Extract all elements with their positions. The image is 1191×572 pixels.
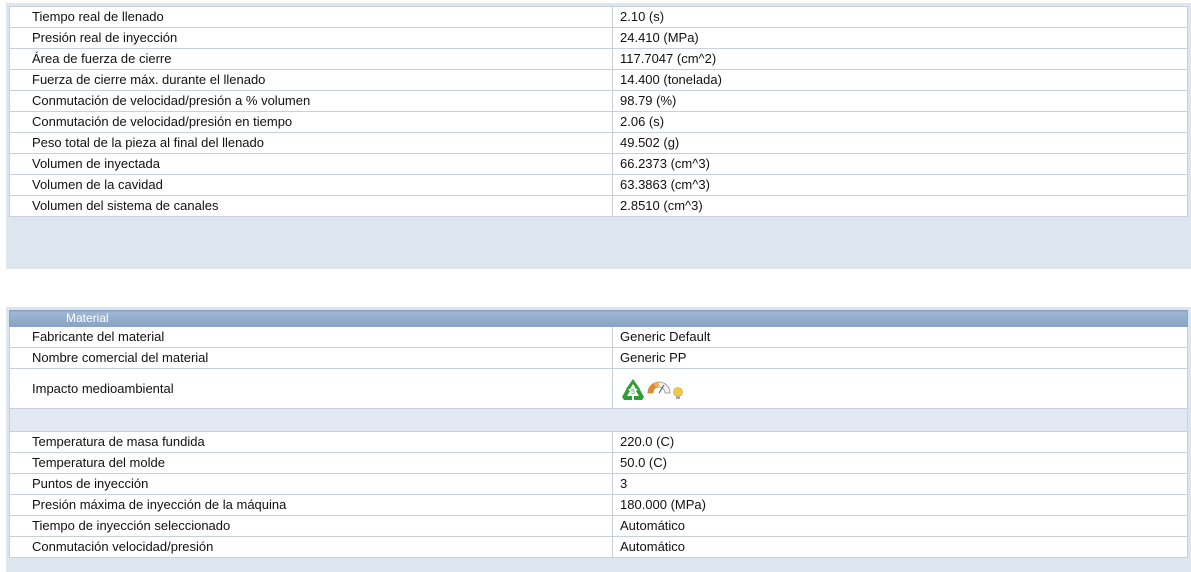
table-row: Fabricante del material Generic Default xyxy=(9,326,1188,348)
table-row: Tiempo de inyección seleccionado Automát… xyxy=(9,515,1188,537)
row-label: Área de fuerza de cierre xyxy=(9,48,613,70)
row-label: Presión máxima de inyección de la máquin… xyxy=(9,494,613,516)
table-row: Conmutación de velocidad/presión a % vol… xyxy=(9,90,1188,112)
table-row: Conmutación de velocidad/presión en tiem… xyxy=(9,111,1188,133)
table-row: Puntos de inyección 3 xyxy=(9,473,1188,495)
recycle-code: 5 xyxy=(631,389,635,396)
table-row: Volumen de inyectada 66.2373 (cm^3) xyxy=(9,153,1188,175)
row-label: Presión real de inyección xyxy=(9,27,613,49)
table-row: Presión real de inyección 24.410 (MPa) xyxy=(9,27,1188,49)
environmental-impact-icons: 5 xyxy=(612,368,1188,409)
section-title: Material xyxy=(9,310,1188,327)
row-value: Automático xyxy=(612,536,1188,558)
row-value: 49.502 (g) xyxy=(612,132,1188,154)
row-label: Conmutación de velocidad/presión en tiem… xyxy=(9,111,613,133)
row-label: Fabricante del material xyxy=(9,326,613,348)
row-value: 24.410 (MPa) xyxy=(612,27,1188,49)
recycle-icon: 5 xyxy=(620,377,646,401)
row-label: Peso total de la pieza al final del llen… xyxy=(9,132,613,154)
table-row: Volumen de la cavidad 63.3863 (cm^3) xyxy=(9,174,1188,196)
row-label: Conmutación de velocidad/presión a % vol… xyxy=(9,90,613,112)
table-row: Presión máxima de inyección de la máquin… xyxy=(9,494,1188,516)
table-row: Temperatura de masa fundida 220.0 (C) xyxy=(9,431,1188,453)
row-value: 180.000 (MPa) xyxy=(612,494,1188,516)
table-row: Volumen del sistema de canales 2.8510 (c… xyxy=(9,195,1188,217)
row-value: 63.3863 (cm^3) xyxy=(612,174,1188,196)
row-value: 220.0 (C) xyxy=(612,431,1188,453)
row-value: Automático xyxy=(612,515,1188,537)
row-value: 3 xyxy=(612,473,1188,495)
row-label: Nombre comercial del material xyxy=(9,347,613,369)
material-section-header: Material xyxy=(9,310,1188,327)
row-value: 98.79 (%) xyxy=(612,90,1188,112)
row-value: 66.2373 (cm^3) xyxy=(612,153,1188,175)
row-label: Tiempo de inyección seleccionado xyxy=(9,515,613,537)
table-row: Tiempo real de llenado 2.10 (s) xyxy=(9,6,1188,28)
table-row: Área de fuerza de cierre 117.7047 (cm^2) xyxy=(9,48,1188,70)
row-value: 117.7047 (cm^2) xyxy=(612,48,1188,70)
table-row: Fuerza de cierre máx. durante el llenado… xyxy=(9,69,1188,91)
results-table: Tiempo real de llenado 2.10 (s) Presión … xyxy=(9,6,1188,217)
row-label: Impacto medioambiental xyxy=(9,368,613,409)
row-label: Volumen del sistema de canales xyxy=(9,195,613,217)
row-value: 2.10 (s) xyxy=(612,6,1188,28)
table-row: Impacto medioambiental 5 xyxy=(9,368,1188,409)
row-label: Puntos de inyección xyxy=(9,473,613,495)
row-value: Generic Default xyxy=(612,326,1188,348)
row-label: Temperatura del molde xyxy=(9,452,613,474)
energy-gauge-icon xyxy=(646,377,672,401)
light-bulb-icon xyxy=(672,377,684,401)
row-label: Conmutación velocidad/presión xyxy=(9,536,613,558)
table-row: Conmutación velocidad/presión Automático xyxy=(9,536,1188,558)
row-label: Tiempo real de llenado xyxy=(9,6,613,28)
section-spacer xyxy=(9,408,1188,432)
material-table: Material Fabricante del material Generic… xyxy=(9,310,1188,558)
table-row: Peso total de la pieza al final del llen… xyxy=(9,132,1188,154)
table-row: Temperatura del molde 50.0 (C) xyxy=(9,452,1188,474)
row-label: Volumen de inyectada xyxy=(9,153,613,175)
row-label: Temperatura de masa fundida xyxy=(9,431,613,453)
row-label: Fuerza de cierre máx. durante el llenado xyxy=(9,69,613,91)
row-label: Volumen de la cavidad xyxy=(9,174,613,196)
row-value: 2.8510 (cm^3) xyxy=(612,195,1188,217)
row-value: 2.06 (s) xyxy=(612,111,1188,133)
row-value: 14.400 (tonelada) xyxy=(612,69,1188,91)
row-value: 50.0 (C) xyxy=(612,452,1188,474)
row-value: Generic PP xyxy=(612,347,1188,369)
table-row: Nombre comercial del material Generic PP xyxy=(9,347,1188,369)
